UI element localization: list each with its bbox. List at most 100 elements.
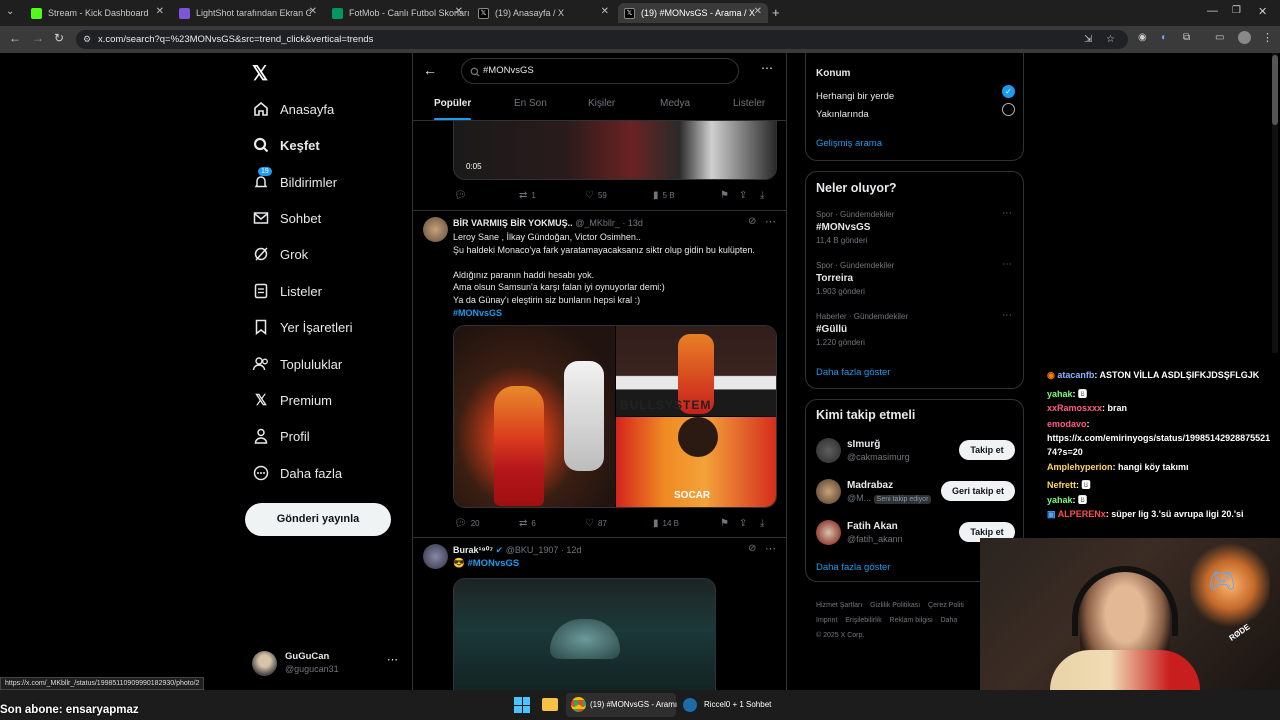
tab-populer[interactable]: Popüler xyxy=(434,98,471,109)
close-window-icon[interactable]: ✕ xyxy=(1258,5,1267,18)
sidebar-item-anasayfa[interactable]: Anasayfa xyxy=(252,96,334,122)
grok-icon[interactable]: ⊘ xyxy=(748,543,756,554)
sidebar-item-grok[interactable]: Grok xyxy=(252,241,308,267)
tab-medya[interactable]: Medya xyxy=(660,98,690,109)
close-tab-icon[interactable]: ✕ xyxy=(754,6,762,17)
follow-suggestion[interactable]: Madrabaz @M... Seni takip ediyor xyxy=(816,476,932,506)
radio-unchecked-icon[interactable] xyxy=(1002,103,1015,116)
sidebar-item-yer-isaretleri[interactable]: Yer İşaretleri xyxy=(252,314,353,340)
site-info-icon[interactable]: ⚙ xyxy=(83,30,91,49)
trend-item[interactable]: Spor · Gündemdekiler #MONvsGS 11,4 B gön… xyxy=(816,208,1016,245)
browser-tab[interactable]: FotMob - Canlı Futbol Skorları ✕ xyxy=(326,3,470,23)
post-author[interactable]: BİR VARMIIŞ BİR YOKMUŞ.. @_MKbllr_ · 13d xyxy=(453,218,643,228)
profile-icon[interactable] xyxy=(1238,31,1251,44)
post-image-grid[interactable]: BULLSYSTEM SOCAR xyxy=(453,325,777,508)
advanced-search-link[interactable]: Gelişmiş arama xyxy=(816,138,882,149)
bookmark-star-icon[interactable]: ☆ xyxy=(1106,30,1115,49)
bookmark-button[interactable]: ⚑ xyxy=(720,518,733,529)
like-button[interactable]: ♡ 87 xyxy=(585,518,607,529)
trend-item[interactable]: Spor · Gündemdekiler Torreira 1.903 gönd… xyxy=(816,259,1016,296)
taskbar-item-chrome[interactable]: (19) #MONvsGS - Aramı xyxy=(566,693,677,717)
extension-icon[interactable]: ◖ xyxy=(1160,32,1166,43)
post-image[interactable]: SOCAR xyxy=(616,417,776,507)
avatar[interactable] xyxy=(423,217,448,242)
reply-button[interactable]: 💬︎ 20 xyxy=(454,518,480,529)
footer-link[interactable]: Hizmet Şartları xyxy=(816,602,862,609)
grok-icon[interactable]: ⊘ xyxy=(748,216,756,227)
tab-en-son[interactable]: En Son xyxy=(514,98,547,109)
author-handle[interactable]: @BKU_1907 xyxy=(506,545,559,555)
x-logo-icon[interactable]: 𝕏 xyxy=(252,61,268,86)
back-icon[interactable]: ← xyxy=(9,31,21,45)
search-box[interactable]: #MONvsGS xyxy=(461,58,739,84)
author-name[interactable]: BİR VARMIIŞ BİR YOKMUŞ.. xyxy=(453,218,573,228)
download-button[interactable]: ⤓ xyxy=(760,190,768,201)
hashtag-link[interactable]: #MONvsGS xyxy=(453,307,783,320)
sidebar-item-daha-fazla[interactable]: Daha fazla xyxy=(252,460,342,486)
author-handle[interactable]: @_MKbllr_ xyxy=(575,218,620,228)
install-icon[interactable]: ⇲ xyxy=(1084,30,1092,49)
extension-icon[interactable]: ◉ xyxy=(1138,32,1147,43)
more-icon[interactable]: ⋯ xyxy=(765,215,776,228)
like-button[interactable]: ♡ 59 xyxy=(585,190,607,201)
show-more-link[interactable]: Daha fazla göster xyxy=(816,562,890,573)
sidebar-item-listeler[interactable]: Listeler xyxy=(252,278,322,304)
footer-link[interactable]: Gizlilik Politikası xyxy=(870,602,920,609)
avatar[interactable] xyxy=(423,544,448,569)
trend-item[interactable]: Haberler · Gündemdekiler #Güllü 1.220 gö… xyxy=(816,310,1016,347)
menu-icon[interactable]: ⋮ xyxy=(1262,31,1273,44)
url-field[interactable]: ⚙ x.com/search?q=%23MONvsGS&src=trend_cl… xyxy=(76,30,1128,49)
location-option[interactable]: Herhangi bir yerde ✓ xyxy=(816,85,1016,102)
tab-listeler[interactable]: Listeler xyxy=(733,98,765,109)
maximize-icon[interactable]: ❐ xyxy=(1232,5,1241,16)
more-icon[interactable]: ⋯ xyxy=(765,542,776,555)
browser-tab-active[interactable]: 𝕏 (19) #MONvsGS - Arama / X ✕ xyxy=(618,3,768,23)
footer-link[interactable]: Çerez Politi xyxy=(928,602,964,609)
search-input[interactable]: #MONvsGS xyxy=(483,65,534,76)
more-icon[interactable]: ⋯ xyxy=(1002,259,1012,270)
extensions-puzzle-icon[interactable]: ⧉ xyxy=(1183,32,1190,43)
footer-link[interactable]: Daha xyxy=(941,617,958,624)
sidebar-item-sohbet[interactable]: Sohbet xyxy=(252,205,321,231)
reply-button[interactable]: 💬︎ xyxy=(454,190,471,201)
scrollbar-thumb[interactable] xyxy=(1272,55,1278,125)
footer-link[interactable]: Erişilebilirlik xyxy=(845,617,882,624)
tab-kisiler[interactable]: Kişiler xyxy=(588,98,615,109)
more-icon[interactable]: ⋯ xyxy=(1002,310,1012,321)
scrollbar[interactable] xyxy=(1272,53,1278,353)
browser-tab[interactable]: 𝕏 (19) Anasayfa / X ✕ xyxy=(472,3,615,23)
views-button[interactable]: ▮ 5 B xyxy=(653,190,675,201)
new-tab-icon[interactable]: + xyxy=(772,5,780,20)
sidebar-item-kesfet[interactable]: Keşfet xyxy=(252,132,320,158)
follow-button[interactable]: Takip et xyxy=(959,440,1015,460)
close-tab-icon[interactable]: ✕ xyxy=(156,6,164,17)
post-video[interactable]: 0:05 xyxy=(453,121,777,180)
browser-tab[interactable]: LightShot tarafından Ekran Gör ✕ xyxy=(173,3,323,23)
sidebar-item-profil[interactable]: Profil xyxy=(252,423,310,449)
download-button[interactable]: ⤓ xyxy=(760,518,768,529)
browser-tab[interactable]: Stream - Kick Dashboard ✕ xyxy=(25,3,170,23)
file-explorer-icon[interactable] xyxy=(542,698,558,711)
post-image[interactable] xyxy=(454,326,615,507)
location-option[interactable]: Yakınlarında xyxy=(816,103,1016,120)
taskbar-item-steam[interactable]: Riccel0 + 1 Sohbet xyxy=(680,693,780,717)
minimize-icon[interactable]: — xyxy=(1207,5,1218,17)
footer-link[interactable]: Imprint xyxy=(816,617,837,624)
back-arrow-icon[interactable]: ← xyxy=(423,62,437,78)
account-switcher[interactable]: GuGuCan @gugucan31 ⋯ xyxy=(252,649,402,679)
close-tab-icon[interactable]: ✕ xyxy=(455,6,463,17)
post-image[interactable]: BULLSYSTEM xyxy=(616,326,776,416)
reload-icon[interactable]: ↻ xyxy=(54,31,64,45)
tab-search-icon[interactable]: ⌄ xyxy=(6,6,14,17)
share-button[interactable]: ⇪ xyxy=(739,518,751,529)
repost-button[interactable]: ⇄ 1 xyxy=(519,190,536,201)
follow-back-button[interactable]: Geri takip et xyxy=(941,481,1015,501)
bookmark-button[interactable]: ⚑ xyxy=(720,190,733,201)
close-tab-icon[interactable]: ✕ xyxy=(309,6,317,17)
more-icon[interactable]: ⋯ xyxy=(387,653,398,666)
post-time[interactable]: 12d xyxy=(566,545,581,555)
repost-button[interactable]: ⇄ 6 xyxy=(519,518,536,529)
sidebar-item-bildirimler[interactable]: 19 Bildirimler xyxy=(252,167,337,195)
sidebar-toggle-icon[interactable]: ▭ xyxy=(1215,32,1224,43)
sidebar-item-premium[interactable]: 𝕏 Premium xyxy=(252,387,332,413)
